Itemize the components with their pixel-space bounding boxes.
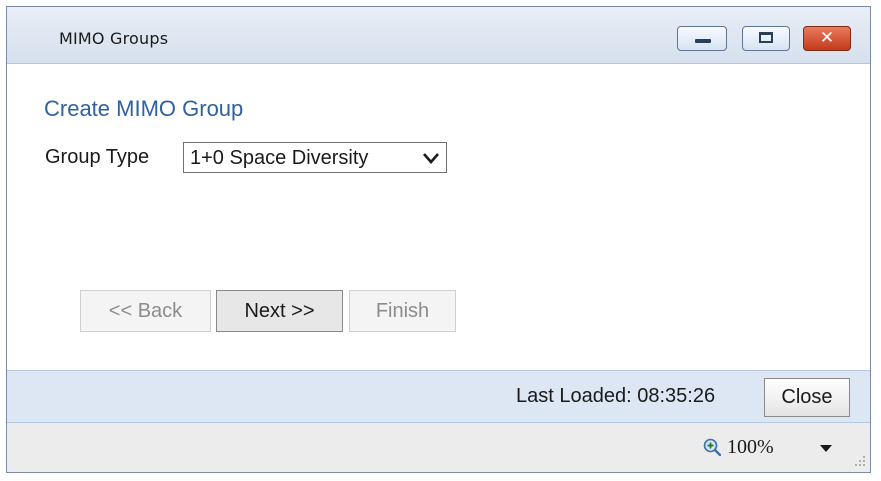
status-bar: Last Loaded: 08:35:26 Close — [7, 370, 870, 423]
minimize-icon — [695, 39, 711, 43]
maximize-button[interactable] — [742, 26, 790, 51]
zoom-level[interactable]: 100% — [727, 436, 774, 459]
window-title: MIMO Groups — [59, 29, 169, 48]
title-bar[interactable]: MIMO Groups ✕ — [7, 7, 870, 64]
window-close-button[interactable]: ✕ — [803, 26, 851, 51]
group-type-select[interactable]: 1+0 Space Diversity — [183, 142, 447, 173]
group-type-value: 1+0 Space Diversity — [190, 147, 369, 169]
zoom-dropdown-arrow-icon[interactable] — [820, 445, 832, 452]
dialog-content: Create MIMO Group Group Type 1+0 Space D… — [7, 64, 870, 370]
minimize-button[interactable] — [677, 26, 727, 51]
chevron-down-icon — [423, 153, 439, 164]
create-mimo-group-heading: Create MIMO Group — [44, 96, 244, 121]
next-button[interactable]: Next >> — [216, 290, 343, 332]
finish-button[interactable]: Finish — [349, 290, 456, 332]
group-type-label: Group Type — [45, 146, 150, 168]
close-icon: ✕ — [819, 28, 835, 48]
resize-grip-icon[interactable] — [852, 453, 866, 467]
mimo-groups-dialog: MIMO Groups ✕ Create MIMO Group Group Ty… — [6, 6, 871, 473]
maximize-icon — [759, 32, 773, 43]
back-button[interactable]: << Back — [80, 290, 211, 332]
last-loaded-text: Last Loaded: 08:35:26 — [516, 385, 716, 407]
zoom-in-icon — [703, 438, 721, 456]
close-button[interactable]: Close — [764, 378, 850, 417]
browser-status-bar: 100% — [7, 423, 870, 472]
